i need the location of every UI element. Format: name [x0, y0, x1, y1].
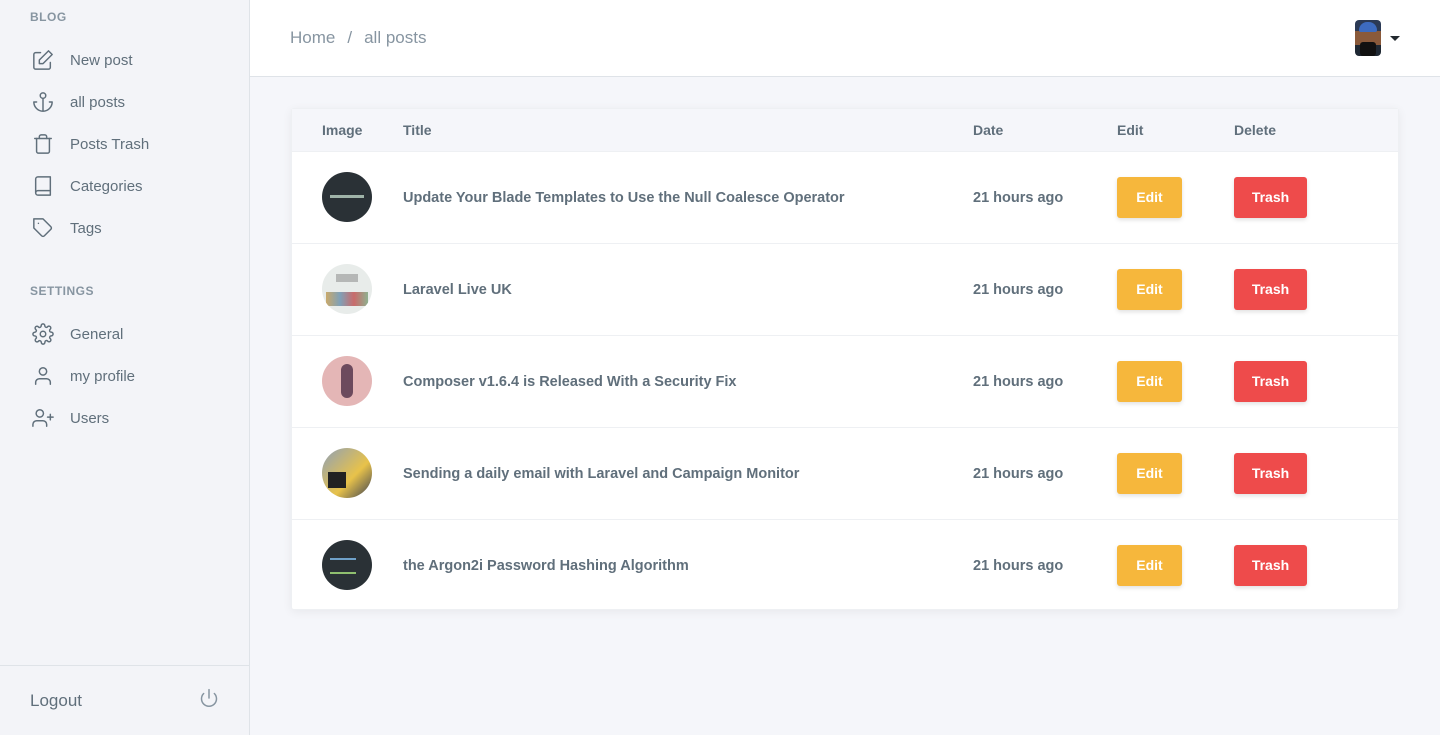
- post-title: Sending a daily email with Laravel and C…: [403, 465, 800, 482]
- sidebar-item-users[interactable]: Users: [30, 404, 230, 432]
- post-date: 21 hours ago: [973, 373, 1064, 390]
- column-header-delete: Delete: [1234, 121, 1277, 138]
- blog-section-label: BLOG: [30, 10, 67, 24]
- edit-button[interactable]: Edit: [1117, 452, 1182, 494]
- user-menu[interactable]: [1355, 20, 1400, 56]
- top-header: Home / all posts: [250, 0, 1440, 77]
- sidebar: BLOG New post all posts Posts Trash Cate…: [0, 0, 250, 735]
- gear-icon: [30, 321, 56, 347]
- post-date: 21 hours ago: [973, 189, 1064, 206]
- breadcrumb-current[interactable]: all posts: [364, 28, 426, 48]
- user-plus-icon: [30, 405, 56, 431]
- breadcrumb: Home / all posts: [290, 28, 426, 48]
- post-title: Composer v1.6.4 is Released With a Secur…: [403, 373, 737, 390]
- trash-button[interactable]: Trash: [1234, 544, 1307, 586]
- column-header-image: Image: [322, 121, 363, 138]
- table-row: Update Your Blade Templates to Use the N…: [292, 151, 1398, 243]
- sidebar-item-label: Users: [70, 409, 110, 427]
- edit-button[interactable]: Edit: [1117, 268, 1182, 310]
- column-header-edit: Edit: [1117, 121, 1144, 138]
- sidebar-item-label: my profile: [70, 367, 136, 385]
- table-row: Laravel Live UK 21 hours ago Edit Trash: [292, 243, 1398, 335]
- sidebar-item-all-posts[interactable]: all posts: [30, 88, 230, 116]
- logout-link[interactable]: Logout: [30, 691, 82, 711]
- post-title: the Argon2i Password Hashing Algorithm: [403, 557, 689, 574]
- post-title: Laravel Live UK: [403, 281, 512, 298]
- table-row: the Argon2i Password Hashing Algorithm 2…: [292, 519, 1398, 611]
- settings-section-label: SETTINGS: [30, 284, 95, 298]
- table-header-row: Image Title Date Edit Delete: [292, 109, 1398, 151]
- sidebar-item-label: Categories: [70, 177, 143, 195]
- edit-button[interactable]: Edit: [1117, 360, 1182, 402]
- sidebar-item-posts-trash[interactable]: Posts Trash: [30, 130, 230, 158]
- sidebar-item-label: New post: [70, 51, 133, 69]
- trash-button[interactable]: Trash: [1234, 452, 1307, 494]
- post-thumbnail: [322, 356, 372, 406]
- sidebar-item-label: Tags: [70, 219, 102, 237]
- posts-table-card: Image Title Date Edit Delete Update Your…: [291, 108, 1399, 610]
- post-thumbnail: [322, 264, 372, 314]
- user-icon: [30, 363, 56, 389]
- breadcrumb-separator: /: [347, 28, 353, 47]
- sidebar-item-my-profile[interactable]: my profile: [30, 362, 230, 390]
- book-icon: [30, 173, 56, 199]
- edit-button[interactable]: Edit: [1117, 544, 1182, 586]
- post-date: 21 hours ago: [973, 465, 1064, 482]
- sidebar-item-new-post[interactable]: New post: [30, 46, 230, 74]
- tag-icon: [30, 215, 56, 241]
- posts-table: Image Title Date Edit Delete Update Your…: [292, 109, 1398, 611]
- post-thumbnail: [322, 448, 372, 498]
- trash-button[interactable]: Trash: [1234, 360, 1307, 402]
- trash-button[interactable]: Trash: [1234, 268, 1307, 310]
- trash-button[interactable]: Trash: [1234, 176, 1307, 218]
- avatar[interactable]: [1355, 20, 1381, 56]
- sidebar-item-categories[interactable]: Categories: [30, 172, 230, 200]
- sidebar-item-tags[interactable]: Tags: [30, 214, 230, 242]
- edit-icon: [30, 47, 56, 73]
- column-header-title: Title: [403, 121, 432, 138]
- post-title: Update Your Blade Templates to Use the N…: [403, 189, 845, 206]
- post-date: 21 hours ago: [973, 557, 1064, 574]
- edit-button[interactable]: Edit: [1117, 176, 1182, 218]
- sidebar-item-label: General: [70, 325, 124, 343]
- table-row: Composer v1.6.4 is Released With a Secur…: [292, 335, 1398, 427]
- post-thumbnail: [322, 540, 372, 591]
- breadcrumb-home[interactable]: Home: [290, 28, 335, 48]
- sidebar-item-general[interactable]: General: [30, 320, 230, 348]
- power-icon[interactable]: [199, 688, 219, 713]
- sidebar-item-label: Posts Trash: [70, 135, 150, 153]
- post-date: 21 hours ago: [973, 281, 1064, 298]
- anchor-icon: [30, 89, 56, 115]
- sidebar-item-label: all posts: [70, 93, 126, 111]
- column-header-date: Date: [973, 121, 1004, 138]
- table-row: Sending a daily email with Laravel and C…: [292, 427, 1398, 519]
- sidebar-footer: Logout: [0, 665, 249, 735]
- trash-icon: [30, 131, 56, 157]
- chevron-down-icon[interactable]: [1390, 35, 1400, 41]
- post-thumbnail: [322, 172, 372, 222]
